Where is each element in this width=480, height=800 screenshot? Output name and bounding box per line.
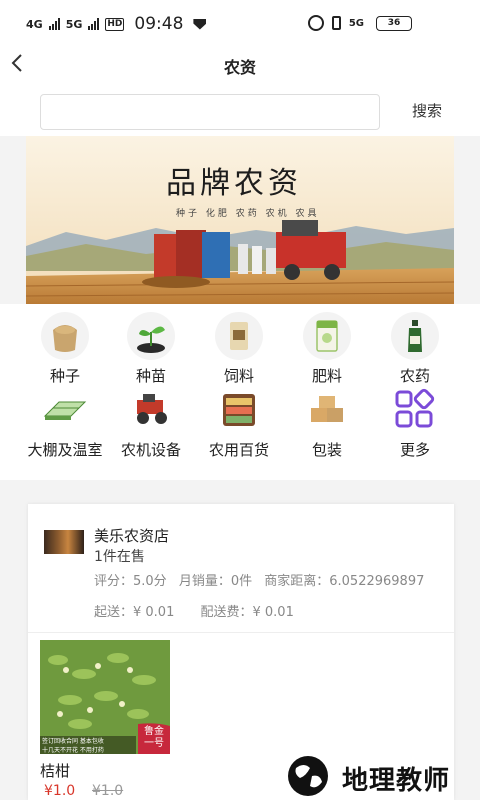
network-5g-label: 5G [65, 17, 83, 31]
watermark-text: 地理教师 [342, 766, 451, 796]
search-input[interactable] [40, 94, 380, 130]
product-badge: 鲁金一号 [144, 726, 164, 749]
category-label: 更多 [399, 441, 430, 459]
network-5g-right-label: 5G [348, 17, 364, 29]
shop-monthly-sales: 月销量：0件 [178, 574, 253, 589]
signal-icon-2 [88, 18, 100, 30]
status-bar: 4G 5G HD 09:48 5G 36 [0, 0, 480, 50]
category-label: 肥料 [311, 367, 342, 385]
shop-rating: 评分：5.0分 [94, 574, 167, 589]
product-original-price: ¥1.0 [92, 783, 124, 799]
shop-distance: 商家距离：6.0522969897 [264, 574, 425, 589]
vpn-shield-icon [193, 18, 207, 30]
page-title: 农资 [223, 58, 256, 77]
product-image: 签订回收合同 基本包收 十几天不开花 不用打药 鲁金一号 [40, 640, 170, 754]
status-right: 5G [307, 15, 364, 31]
hd-voice-icon: HD [105, 17, 125, 31]
fertilizer-bag-icon [303, 312, 351, 360]
category-pesticide[interactable]: 农药 [370, 312, 460, 386]
search-button[interactable]: 搜索 [412, 100, 442, 121]
product-price: ¥1.0 [44, 783, 76, 799]
product-name: 桔柑 [40, 762, 71, 780]
category-greenhouse[interactable]: 大棚及温室 [20, 386, 110, 460]
pesticide-bottle-icon [391, 312, 439, 360]
category-seed[interactable]: 种子 [20, 312, 110, 386]
category-label: 农药 [399, 367, 430, 385]
alarm-icon [307, 15, 324, 31]
store-shelf-icon [215, 386, 263, 434]
category-label: 农机设备 [120, 441, 181, 459]
banner-tagline: 种子 化肥 农药 农机 农具 [176, 209, 320, 219]
shop-items-on-sale: 1件在售 [94, 549, 145, 565]
signal-icon [48, 18, 60, 30]
category-label: 农用百货 [208, 441, 269, 459]
grid-more-icon [391, 386, 439, 434]
seedling-icon [127, 312, 175, 360]
network-4g-label: 4G [26, 17, 43, 31]
category-more[interactable]: 更多 [370, 386, 460, 460]
category-label: 饲料 [223, 367, 254, 385]
category-grid: 种子 种苗 饲料 肥料 农药 大棚及温室 农机设备 农用百货 包装 更多 [0, 304, 480, 480]
globe-logo-icon [288, 756, 328, 796]
greenhouse-icon [41, 386, 89, 434]
battery-icon: 36 [376, 16, 412, 31]
category-fertilizer[interactable]: 肥料 [282, 312, 372, 386]
category-machinery[interactable]: 农机设备 [106, 386, 196, 460]
category-label: 包装 [311, 441, 342, 459]
shop-fees: 起送：¥ 0.01 配送费：¥ 0.01 [94, 601, 316, 620]
status-time: 09:48 [134, 14, 184, 34]
section-divider [0, 480, 480, 504]
farm-machine-icon [127, 386, 175, 434]
category-label: 大棚及温室 [27, 441, 103, 459]
category-general-goods[interactable]: 农用百货 [194, 386, 284, 460]
vibrate-icon [331, 16, 341, 30]
shop-name: 美乐农资店 [94, 527, 170, 545]
shop-delivery-fee: 配送费：¥ 0.01 [200, 605, 294, 620]
product-image-caption: 签订回收合同 基本包收 [42, 738, 104, 745]
product-item[interactable]: 签订回收合同 基本包收 十几天不开花 不用打药 鲁金一号 桔柑 ¥1.0 ¥1.… [40, 640, 170, 800]
watermark: 地理教师 [278, 746, 474, 800]
category-packaging[interactable]: 包装 [282, 386, 372, 460]
category-label: 种子 [49, 367, 80, 385]
status-left: 4G 5G HD 09:48 [26, 14, 207, 34]
app-header: 农资 [0, 50, 480, 90]
shop-min-order: 起送：¥ 0.01 [94, 605, 175, 620]
category-feed[interactable]: 饲料 [194, 312, 284, 386]
category-seedling[interactable]: 种苗 [106, 312, 196, 386]
shop-thumbnail [44, 530, 84, 554]
shop-stats: 评分：5.0分 月销量：0件 商家距离：6.0522969897 [94, 570, 432, 589]
feed-bag-icon [215, 312, 263, 360]
card-divider [28, 632, 454, 633]
seed-bag-icon [41, 312, 89, 360]
category-label: 种苗 [135, 367, 166, 385]
product-image-caption-2: 十几天不开花 不用打药 [42, 747, 104, 754]
banner-title: 品牌农资 [166, 166, 302, 201]
boxes-icon [303, 386, 351, 434]
search-bar: 搜索 [0, 90, 480, 136]
promo-banner[interactable]: 品牌农资 种子 化肥 农药 农机 农具 [26, 136, 454, 304]
